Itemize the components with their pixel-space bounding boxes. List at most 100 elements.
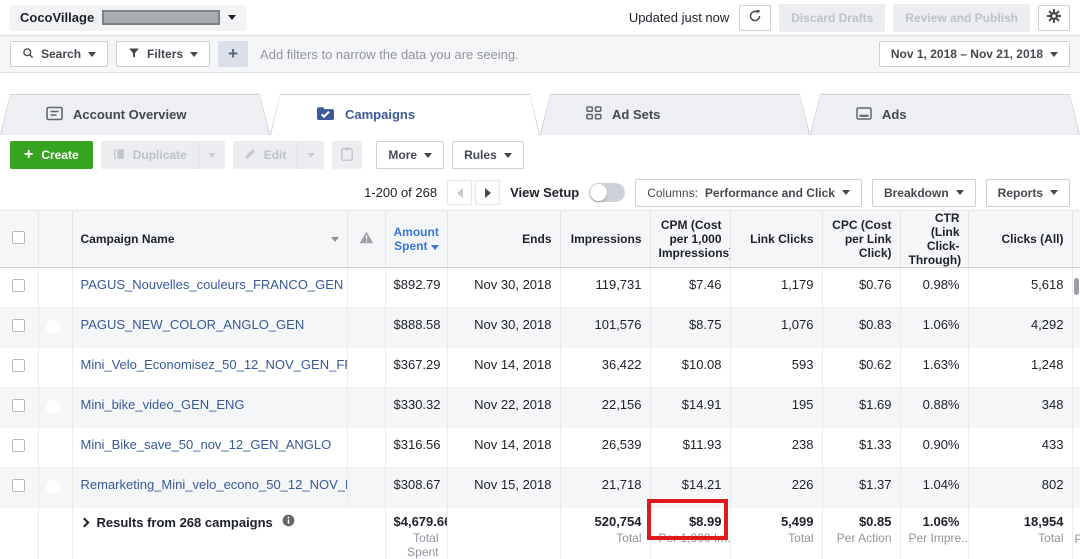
review-and-publish-button[interactable]: Review and Publish bbox=[893, 4, 1030, 32]
toggle-column-header bbox=[38, 211, 72, 268]
breakdown-dropdown[interactable]: Breakdown bbox=[872, 179, 976, 207]
cell-cpm: $7.46 bbox=[650, 268, 730, 308]
view-setup-label: View Setup bbox=[510, 185, 579, 200]
row-checkbox[interactable] bbox=[12, 279, 25, 292]
row-checkbox[interactable] bbox=[12, 359, 25, 372]
paste-button[interactable] bbox=[332, 141, 362, 169]
cell-link-clicks: 195 bbox=[730, 388, 822, 428]
cell-amount-spent: $316.56 bbox=[385, 428, 447, 468]
header-label: Ends bbox=[522, 232, 551, 246]
columns-dropdown[interactable]: Columns: Performance and Click bbox=[635, 179, 862, 207]
header-label: Campaign Name bbox=[81, 232, 175, 246]
cell-partial bbox=[1072, 428, 1080, 468]
view-setup-toggle[interactable] bbox=[589, 183, 625, 202]
expand-results-chevron-icon[interactable] bbox=[79, 518, 89, 528]
date-range-label: Nov 1, 2018 – Nov 21, 2018 bbox=[891, 47, 1043, 61]
tab-campaigns[interactable]: Campaigns bbox=[270, 94, 540, 135]
pencil-icon bbox=[244, 147, 257, 163]
edit-button[interactable]: Edit bbox=[233, 141, 298, 169]
refresh-button[interactable] bbox=[739, 5, 771, 31]
tab-account-overview[interactable]: Account Overview bbox=[0, 94, 270, 135]
cell-partial bbox=[1072, 468, 1080, 508]
column-header-amount-spent[interactable]: Amount Spent bbox=[385, 211, 447, 268]
cell-impressions: 101,576 bbox=[560, 308, 650, 348]
next-page-button[interactable] bbox=[475, 180, 500, 205]
duplicate-label: Duplicate bbox=[133, 148, 187, 162]
tab-label: Account Overview bbox=[73, 107, 186, 122]
row-checkbox[interactable] bbox=[12, 319, 25, 332]
column-header-ctr[interactable]: CTR (Link Click-Through) bbox=[900, 211, 968, 268]
cell-amount-spent: $892.79 bbox=[385, 268, 447, 308]
account-selector[interactable]: CocoVillage bbox=[10, 5, 246, 31]
campaign-name-link[interactable]: Mini_Bike_save_50_nov_12_GEN_ANGLO bbox=[81, 437, 332, 452]
cell-ends: Nov 30, 2018 bbox=[447, 268, 560, 308]
discard-drafts-button[interactable]: Discard Drafts bbox=[779, 4, 885, 32]
rules-dropdown[interactable]: Rules bbox=[452, 141, 524, 169]
campaign-name-link[interactable]: PAGUS_Nouvelles_couleurs_FRANCO_GEN bbox=[81, 277, 344, 292]
header-label: CTR (Link Click-Through) bbox=[909, 211, 962, 267]
clipboard-icon bbox=[341, 147, 353, 164]
cell-clicks-all: 348 bbox=[968, 388, 1072, 428]
filters-dropdown[interactable]: Filters bbox=[116, 41, 210, 67]
column-header-impressions[interactable]: Impressions bbox=[560, 211, 650, 268]
header-label: Clicks (All) bbox=[1001, 232, 1063, 246]
row-checkbox[interactable] bbox=[12, 479, 25, 492]
duplicate-button[interactable]: Duplicate bbox=[101, 141, 198, 169]
cell-clicks-all: 1,248 bbox=[968, 348, 1072, 388]
date-range-selector[interactable]: Nov 1, 2018 – Nov 21, 2018 bbox=[879, 41, 1070, 67]
more-dropdown[interactable]: More bbox=[376, 141, 444, 169]
cell-delivery bbox=[347, 348, 385, 388]
tab-ad-sets[interactable]: Ad Sets bbox=[540, 94, 810, 135]
sort-caret-icon bbox=[431, 245, 439, 250]
chevron-down-icon bbox=[1050, 52, 1058, 57]
edit-caret-button[interactable] bbox=[297, 141, 324, 169]
columns-prefix: Columns: bbox=[647, 186, 698, 200]
add-filter-button[interactable]: + bbox=[218, 41, 248, 67]
header-label: Impressions bbox=[571, 232, 642, 246]
total-impressions: 520,754 Total bbox=[560, 508, 650, 559]
reports-dropdown[interactable]: Reports bbox=[986, 179, 1070, 207]
cell-ends: Nov 14, 2018 bbox=[447, 428, 560, 468]
edit-split-button: Edit bbox=[233, 141, 325, 169]
cell-amount-spent: $330.32 bbox=[385, 388, 447, 428]
previous-icon bbox=[457, 188, 463, 198]
updated-status: Updated just now bbox=[629, 10, 729, 25]
chevron-down-icon bbox=[190, 52, 198, 57]
campaign-name-link[interactable]: Mini_Velo_Economisez_50_12_NOV_GEN_FRANC… bbox=[81, 357, 348, 372]
tab-ads[interactable]: Ads bbox=[810, 94, 1080, 135]
total-amount-spent: $4,679.66 Total Spent bbox=[385, 508, 447, 559]
column-header-cpm[interactable]: CPM (Cost per 1,000 Impressions) bbox=[650, 211, 730, 268]
vertical-scrollbar[interactable] bbox=[1074, 278, 1079, 295]
column-header-partial bbox=[1072, 211, 1080, 268]
row-checkbox[interactable] bbox=[12, 439, 25, 452]
campaign-name-link[interactable]: Mini_bike_video_GEN_ENG bbox=[81, 397, 245, 412]
column-header-ends[interactable]: Ends bbox=[447, 211, 560, 268]
column-header-delivery-warning[interactable] bbox=[347, 211, 385, 268]
cell-ends: Nov 14, 2018 bbox=[447, 348, 560, 388]
reports-label: Reports bbox=[998, 186, 1043, 200]
select-all-checkbox[interactable] bbox=[12, 231, 25, 244]
cell-delivery bbox=[347, 428, 385, 468]
account-overview-icon bbox=[46, 106, 63, 124]
previous-page-button[interactable] bbox=[447, 180, 472, 205]
column-header-campaign-name[interactable]: Campaign Name bbox=[72, 211, 347, 268]
cell-clicks-all: 802 bbox=[968, 468, 1072, 508]
create-button[interactable]: + Create bbox=[10, 141, 93, 169]
ads-card-icon bbox=[856, 106, 872, 124]
search-dropdown[interactable]: Search bbox=[10, 41, 108, 67]
header-label: CPC (Cost per Link Click) bbox=[832, 218, 891, 260]
row-checkbox[interactable] bbox=[12, 399, 25, 412]
column-header-link-clicks[interactable]: Link Clicks bbox=[730, 211, 822, 268]
gear-icon bbox=[1047, 9, 1061, 26]
cell-amount-spent: $367.29 bbox=[385, 348, 447, 388]
campaign-name-link[interactable]: PAGUS_NEW_COLOR_ANGLO_GEN bbox=[81, 317, 305, 332]
settings-button[interactable] bbox=[1038, 5, 1070, 31]
duplicate-caret-button[interactable] bbox=[198, 141, 225, 169]
columns-value: Performance and Click bbox=[705, 186, 835, 200]
column-header-cpc[interactable]: CPC (Cost per Link Click) bbox=[822, 211, 900, 268]
campaign-name-link[interactable]: Remarketing_Mini_velo_econo_50_12_NOV_FR… bbox=[81, 477, 348, 492]
total-cpm: $8.99 Per 1,000 Im... bbox=[650, 508, 730, 559]
info-icon[interactable] bbox=[282, 514, 295, 530]
campaigns-table: Campaign Name Amount Spent Ends Impressi… bbox=[0, 210, 1080, 559]
column-header-clicks-all[interactable]: Clicks (All) bbox=[968, 211, 1072, 268]
